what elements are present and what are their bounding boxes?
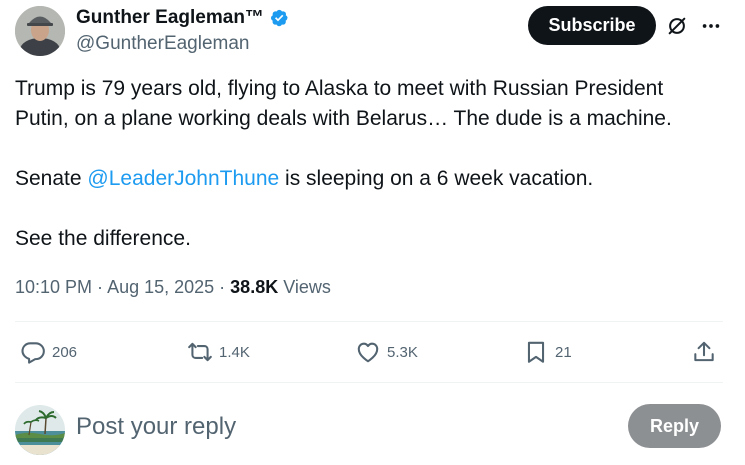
reply-input[interactable] xyxy=(76,410,556,444)
bookmark-count: 21 xyxy=(555,343,572,361)
subscribe-button[interactable]: Subscribe xyxy=(528,6,656,45)
author-handle[interactable]: @GuntherEagleman xyxy=(76,32,250,56)
mention-link[interactable]: @LeaderJohnThune xyxy=(87,167,279,190)
tweet-time[interactable]: 10:10 PM xyxy=(15,277,92,297)
reply-count: 206 xyxy=(52,343,78,361)
views-label: Views xyxy=(278,277,331,297)
like-count: 5.3K xyxy=(387,343,418,361)
bookmark-action[interactable]: 21 xyxy=(523,337,572,367)
author-avatar[interactable] xyxy=(15,6,65,56)
meta-separator: · xyxy=(92,277,108,297)
heart-icon xyxy=(357,342,379,363)
author-display-name[interactable]: Gunther Eagleman™ xyxy=(76,6,289,30)
like-action[interactable]: 5.3K xyxy=(355,337,418,367)
tweet-line: See the difference. xyxy=(15,227,191,250)
meta-separator: · xyxy=(214,277,231,297)
tweet-text-segment: is sleeping on a 6 week vacation. xyxy=(279,167,594,190)
tweet-meta: 10:10 PM · Aug 15, 2025 · 38.8K Views xyxy=(15,275,331,299)
tweet-line: Senate @LeaderJohnThune is sleeping on a… xyxy=(15,164,730,194)
share-action[interactable] xyxy=(691,337,723,367)
share-icon xyxy=(694,341,714,362)
display-name-text: Gunther Eagleman™ xyxy=(76,7,264,28)
repost-icon xyxy=(188,342,212,362)
current-user-avatar[interactable] xyxy=(15,405,65,455)
grok-icon[interactable] xyxy=(666,15,688,37)
tweet-text: Trump is 79 years old, flying to Alaska … xyxy=(15,74,730,254)
tweet-line: Trump is 79 years old, flying to Alaska … xyxy=(15,77,664,100)
reply-action[interactable]: 206 xyxy=(20,337,77,367)
tweet-line: Putin, on a plane working deals with Bel… xyxy=(15,107,672,130)
avatar-photo xyxy=(15,6,65,56)
reply-button[interactable]: Reply xyxy=(628,404,721,448)
reply-icon xyxy=(21,342,45,364)
more-options-icon[interactable] xyxy=(700,15,722,37)
avatar-photo xyxy=(15,405,65,455)
views-count: 38.8K xyxy=(230,277,279,297)
divider xyxy=(15,321,723,322)
divider xyxy=(15,382,723,383)
tweet-date[interactable]: Aug 15, 2025 xyxy=(107,277,214,297)
repost-count: 1.4K xyxy=(219,343,250,361)
bookmark-icon xyxy=(527,341,545,363)
verified-badge-icon[interactable] xyxy=(269,8,289,28)
tweet-text-segment: Senate xyxy=(15,167,88,190)
repost-action[interactable]: 1.4K xyxy=(187,337,250,367)
